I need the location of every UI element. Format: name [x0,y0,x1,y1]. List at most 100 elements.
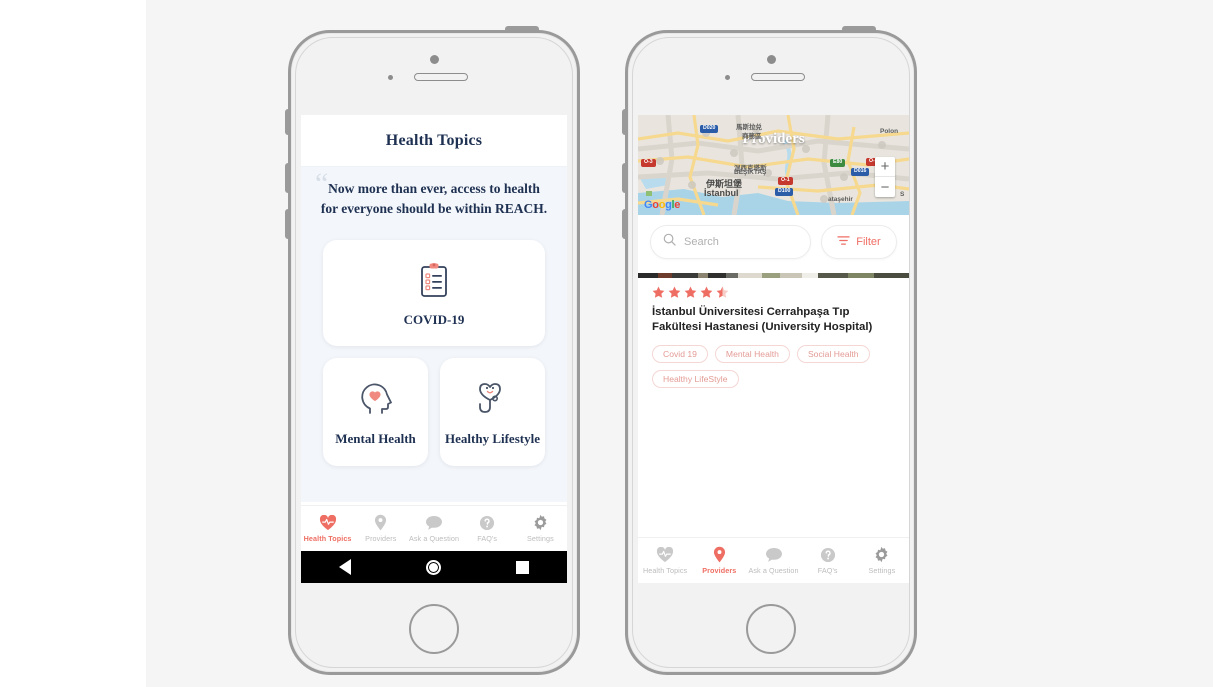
clipboard-checklist-icon [418,258,450,302]
heart-pulse-icon [656,546,674,563]
provider-name: İstanbul Üniversitesi Cerrahpaşa Tıp Fak… [652,306,873,334]
mute-switch[interactable] [622,109,627,135]
tag-chip[interactable]: Covid 19 [652,344,708,363]
back-triangle-icon[interactable] [338,559,351,575]
tab-health-topics[interactable]: Health Topics [638,546,692,575]
mute-switch[interactable] [285,109,290,135]
right-phone-mockup: Providers 馬斯拉兑 商務區 Polon 涅西克塔斯 BEŞİKTAŞ … [622,26,917,675]
tab-ask-a-question[interactable]: Ask a Question [407,514,460,543]
zoom-out-button[interactable]: − [875,177,895,197]
providers-map[interactable]: Providers 馬斯拉兑 商務區 Polon 涅西克塔斯 BEŞİKTAŞ … [638,115,909,215]
star-icon-full [700,286,713,298]
bottom-tab-bar: Health Topics Providers Ask a Question F… [638,537,909,583]
road-shield: O-3 [641,159,656,167]
star-icon-full [684,286,697,298]
map-label: Polon [880,128,899,135]
topic-card-covid19[interactable]: COVID-19 [323,240,545,347]
provider-card[interactable]: İstanbul Üniversitesi Cerrahpaşa Tıp Fak… [638,278,909,388]
filter-label: Filter [856,236,881,248]
tab-faqs[interactable]: FAQ's [801,546,855,575]
volume-up-button[interactable] [622,163,627,193]
rating-stars [652,286,895,299]
star-icon-full [668,286,681,298]
left-phone-mockup: Health Topics “ Now more than ever, acce… [285,26,580,675]
tab-health-topics[interactable]: Health Topics [301,514,354,543]
topic-cards-row: Mental Health Healthy Lifestyle [323,358,545,467]
map-label: 商務區 [742,133,762,140]
topic-card-label: Mental Health [335,431,416,446]
topic-card-healthy-lifestyle[interactable]: Healthy Lifestyle [440,358,545,467]
map-label: ataşehir [828,196,853,203]
chat-bubble-icon [765,546,783,563]
tab-label: Ask a Question [748,566,799,575]
tab-ask-a-question[interactable]: Ask a Question [746,546,800,575]
search-filter-row: Search Filter [638,215,909,269]
proximity-sensor-icon [725,75,730,80]
provider-tags: Covid 19 Mental Health Social Health Hea… [652,344,895,388]
right-phone-screen: Providers 馬斯拉兑 商務區 Polon 涅西克塔斯 BEŞİKTAŞ … [638,115,909,583]
topic-card-label: COVID-19 [403,312,465,327]
power-button[interactable] [505,26,539,32]
map-zoom-controls: + − [875,157,895,197]
star-icon-full [652,286,665,298]
volume-up-button[interactable] [285,163,290,193]
search-input[interactable]: Search [650,225,811,259]
tab-faqs[interactable]: FAQ's [461,514,514,543]
road-shield: E80 [830,159,846,167]
quote-text: Now more than ever, access to health for… [320,181,548,216]
provider-photo [638,269,909,278]
stethoscope-smile-icon [475,377,511,421]
tab-providers[interactable]: Providers [692,546,746,575]
tab-label: Providers [702,566,737,575]
left-phone-screen: Health Topics “ Now more than ever, acce… [301,115,567,583]
home-circle-icon[interactable] [425,559,441,575]
road-shield: D020 [700,125,719,133]
head-heart-icon [356,377,396,421]
volume-down-button[interactable] [622,209,627,239]
map-label: BEŞİKTAŞ [734,169,767,176]
star-icon-half [716,286,729,298]
home-button[interactable] [746,604,796,654]
zoom-in-button[interactable]: + [875,157,895,177]
road-shield: O-1 [778,177,793,185]
search-placeholder: Search [684,236,719,248]
recents-square-icon[interactable] [516,560,530,574]
road-shield: D100 [775,188,794,196]
bottom-tab-bar: Health Topics Providers Ask a Question F… [301,505,567,551]
tab-label: FAQ's [817,566,838,575]
front-camera-icon [767,55,776,64]
page-title: Health Topics [385,131,483,149]
tab-label: Providers [365,534,397,543]
tag-chip[interactable]: Mental Health [714,344,790,363]
map-label: İstanbul [704,188,739,198]
quote-section: “ Now more than ever, access to health f… [301,167,567,235]
earpiece-speaker [414,73,468,81]
map-pin-icon [713,546,726,563]
map-title: Providers [742,131,805,147]
tag-chip[interactable]: Social Health [796,344,870,363]
tab-label: Settings [527,534,554,543]
filter-button[interactable]: Filter [821,225,897,259]
tab-label: Ask a Question [408,534,460,543]
map-pin-icon [374,514,387,531]
screenshot-canvas: Health Topics “ Now more than ever, acce… [0,0,1220,687]
gear-icon [873,546,890,563]
map-label: S [900,191,905,198]
front-camera-icon [430,55,439,64]
quote-mark-icon: “ [315,167,329,200]
topic-card-mental-health[interactable]: Mental Health [323,358,428,467]
topic-card-label: Healthy Lifestyle [445,431,540,446]
road-shield: D016 [851,168,870,176]
power-button[interactable] [842,26,876,32]
tab-settings[interactable]: Settings [855,546,909,575]
tab-label: Health Topics [303,534,352,543]
tab-providers[interactable]: Providers [354,514,407,543]
earpiece-speaker [751,73,805,81]
tab-label: Settings [868,566,896,575]
tag-chip[interactable]: Healthy LifeStyle [652,369,739,388]
tab-settings[interactable]: Settings [514,514,567,543]
home-button[interactable] [409,604,459,654]
tab-label: Health Topics [642,566,688,575]
volume-down-button[interactable] [285,209,290,239]
topic-cards-area: COVID-19 Mental Health Healthy Lifestyle [301,234,567,503]
